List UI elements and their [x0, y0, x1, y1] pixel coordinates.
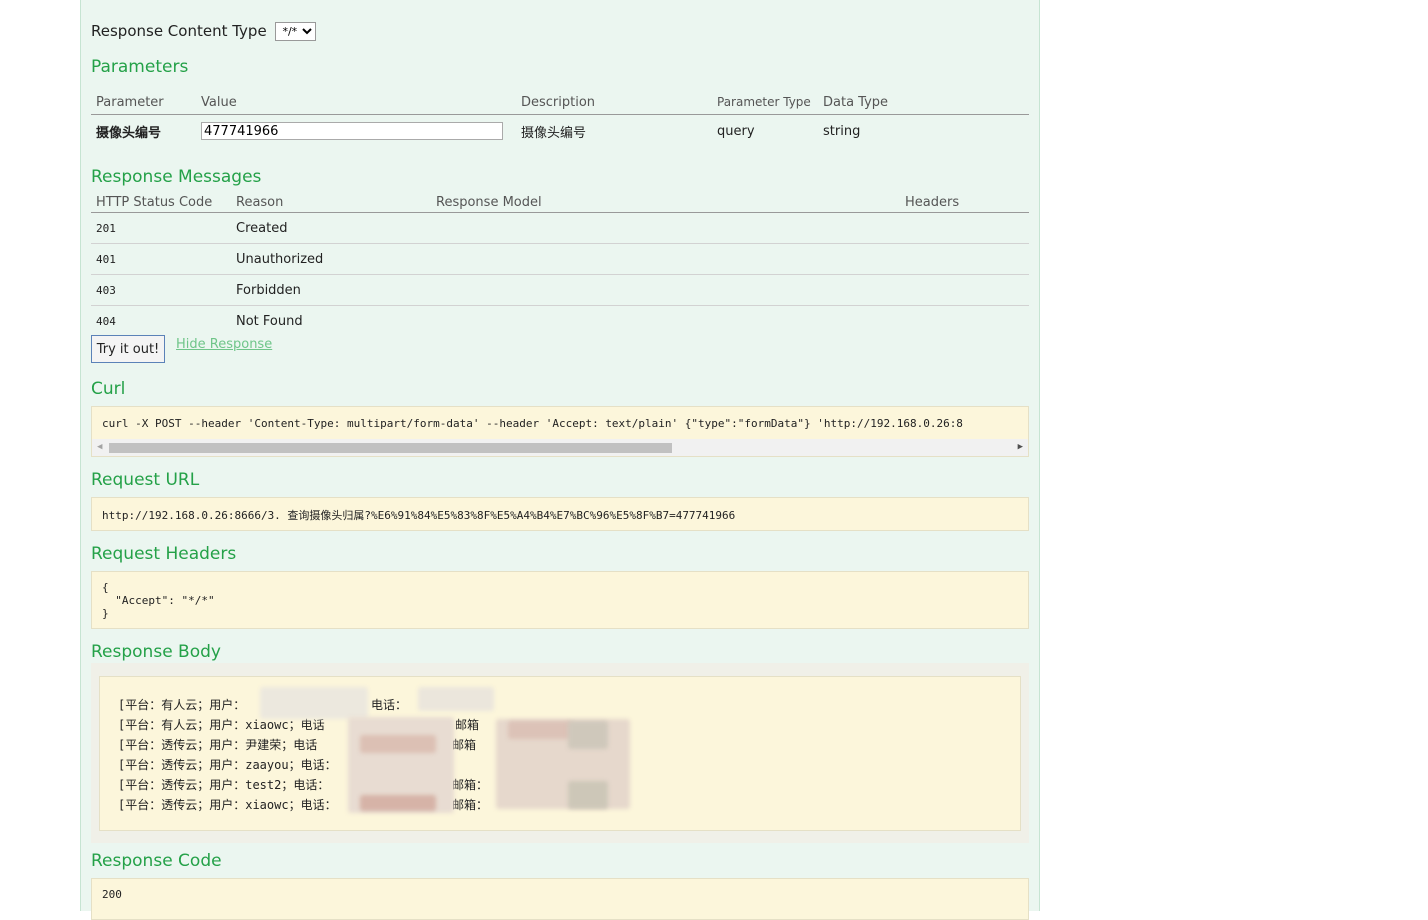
request-headers-line: }: [102, 607, 109, 620]
curl-command: curl -X POST --header 'Content-Type: mul…: [102, 417, 963, 430]
response-messages-section: HTTP Status Code Reason Response Model H…: [91, 190, 1029, 336]
hide-response-link[interactable]: Hide Response: [176, 337, 272, 352]
request-headers-line: "Accept": "*/*": [102, 594, 215, 607]
response-code-block: 200: [91, 878, 1029, 920]
scroll-right-arrow-icon[interactable]: ▶: [1018, 442, 1023, 452]
response-body-fragment: 邮箱：: [452, 778, 489, 792]
status-headers: [900, 306, 1029, 337]
curl-block: curl -X POST --header 'Content-Type: mul…: [91, 406, 1029, 457]
response-messages-title: Response Messages: [91, 167, 262, 187]
response-code-title: Response Code: [91, 851, 222, 871]
response-body-block: [平台：有人云；用户： [平台：有人云；用户：xiaowc；电话 [平台：透传云…: [99, 676, 1021, 831]
request-headers-block: { "Accept": "*/*"}: [91, 571, 1029, 629]
response-body-container: [平台：有人云；用户： [平台：有人云；用户：xiaowc；电话 [平台：透传云…: [91, 663, 1029, 843]
col-parameter-type: Parameter Type: [712, 84, 818, 115]
col-parameter: Parameter: [91, 84, 196, 115]
table-row: 201 Created: [91, 212, 1029, 244]
response-code-value: 200: [102, 888, 122, 901]
redacted-region: [568, 781, 608, 809]
table-row: 401 Unauthorized: [91, 243, 1029, 275]
parameter-data-type: string: [823, 123, 861, 139]
status-code: 401: [91, 243, 231, 275]
col-description: Description: [516, 84, 712, 115]
response-body-line: [平台：透传云；用户：xiaowc；电话：: [118, 798, 337, 812]
parameter-type: query: [717, 123, 755, 139]
request-headers-line: {: [102, 581, 109, 594]
col-parameter-type-label: Parameter Type: [717, 95, 811, 109]
curl-title: Curl: [91, 379, 126, 399]
request-headers-content: { "Accept": "*/*"}: [92, 572, 1028, 619]
col-reason: Reason: [231, 190, 431, 213]
response-content-type-label: Response Content Type: [91, 22, 267, 40]
status-model: [431, 212, 900, 244]
response-body-fragment: 电话：: [371, 698, 408, 712]
scroll-left-arrow-icon[interactable]: ◀: [97, 442, 102, 452]
status-headers: [900, 243, 1029, 275]
status-reason: Unauthorized: [231, 243, 431, 275]
col-response-model: Response Model: [431, 190, 900, 213]
status-code: 201: [91, 212, 231, 244]
status-headers: [900, 274, 1029, 306]
table-row: 403 Forbidden: [91, 274, 1029, 306]
col-value: Value: [196, 84, 516, 115]
status-headers: [900, 212, 1029, 244]
redacted-region: [568, 721, 608, 749]
status-code: 403: [91, 274, 231, 306]
parameters-table: Parameter Value Description Parameter Ty…: [91, 84, 1029, 147]
response-body-line: [平台：透传云；用户：zaayou；电话：: [118, 758, 337, 772]
status-reason: Not Found: [236, 313, 303, 329]
curl-horizontal-scrollbar[interactable]: ◀ ▶: [92, 439, 1028, 456]
response-body-line: [平台：有人云；用户：: [118, 698, 246, 712]
status-reason: Forbidden: [231, 274, 431, 306]
parameter-value-cell: [196, 115, 516, 148]
response-body-line: [平台：透传云；用户：尹建荣；电话: [118, 738, 318, 752]
operation-panel: Response Content Type */* Parameters Par…: [80, 0, 1040, 920]
redacted-region: [508, 721, 572, 739]
table-row: 404 Not Found: [91, 306, 1029, 337]
response-body-title: Response Body: [91, 642, 221, 662]
parameter-description: 摄像头编号: [521, 125, 587, 141]
response-body-line: [平台：透传云；用户：test2；电话：: [118, 778, 330, 792]
parameters-section: Parameter Value Description Parameter Ty…: [91, 84, 1029, 147]
request-url-title: Request URL: [91, 470, 200, 490]
response-content-type: Response Content Type */*: [91, 22, 1029, 41]
redacted-region: [418, 687, 494, 711]
status-reason: Created: [231, 212, 431, 244]
response-content-type-select[interactable]: */*: [275, 22, 317, 41]
redacted-region: [360, 795, 436, 811]
response-body-fragment: 邮箱：: [452, 798, 489, 812]
request-url-value: http://192.168.0.26:8666/3. 查询摄像头归属?%E6%…: [102, 509, 736, 522]
parameters-title: Parameters: [91, 57, 189, 77]
col-headers: Headers: [900, 190, 1029, 213]
redacted-region: [360, 735, 436, 753]
request-url-block: http://192.168.0.26:8666/3. 查询摄像头归属?%E6%…: [91, 497, 1029, 531]
parameter-name: 摄像头编号: [96, 125, 162, 141]
col-http-status-code: HTTP Status Code: [91, 190, 231, 213]
scrollbar-thumb[interactable]: [109, 443, 672, 453]
parameter-value-input[interactable]: [201, 122, 503, 140]
status-model: [431, 243, 900, 275]
status-code: 404: [96, 314, 116, 328]
status-model: [431, 274, 900, 306]
request-headers-title: Request Headers: [91, 544, 237, 564]
status-model: [431, 306, 900, 337]
response-body-fragment: 邮箱: [455, 718, 480, 732]
response-messages-table: HTTP Status Code Reason Response Model H…: [91, 190, 1029, 336]
try-it-out-button[interactable]: Try it out!: [91, 335, 165, 363]
col-data-type: Data Type: [818, 84, 1029, 115]
redacted-region: [260, 687, 368, 719]
parameter-row: 摄像头编号 摄像头编号 query string: [91, 115, 1029, 148]
